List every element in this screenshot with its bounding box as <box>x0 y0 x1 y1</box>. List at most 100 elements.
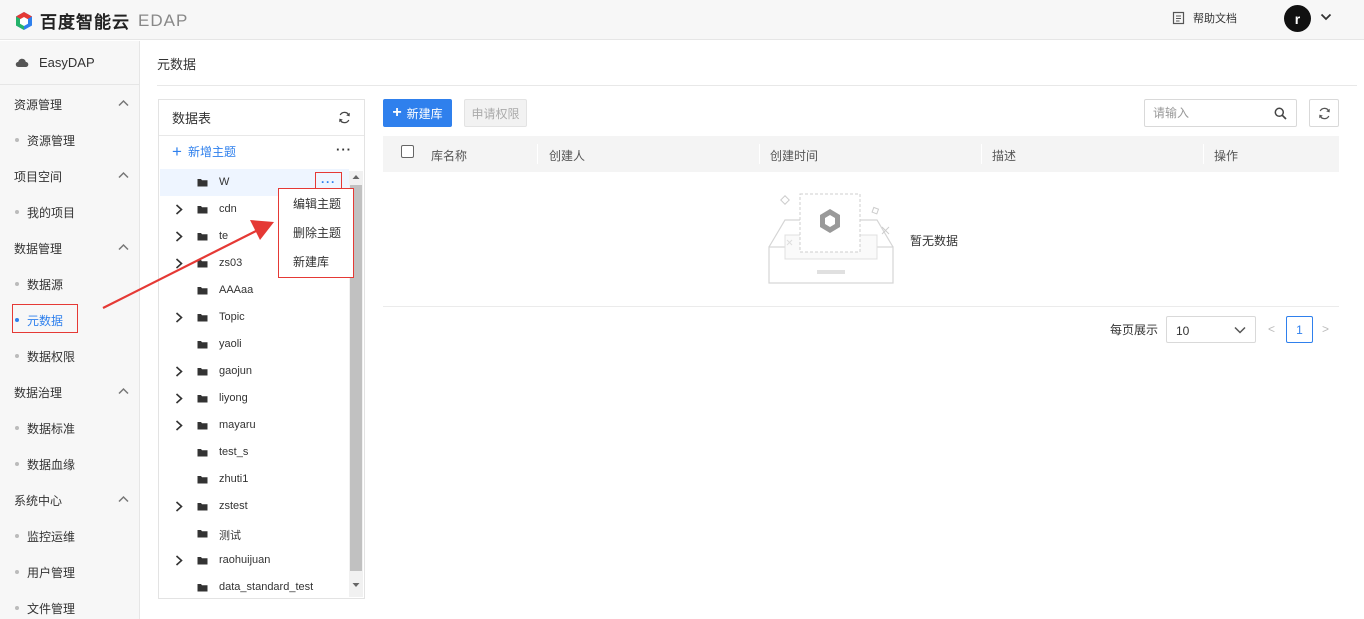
tree-item[interactable]: zhuti1 <box>160 466 349 493</box>
prev-page-button[interactable]: < <box>1268 322 1275 336</box>
chevron-right-icon[interactable] <box>175 501 183 512</box>
per-page-select[interactable]: 10 <box>1166 316 1256 343</box>
chevron-right-icon[interactable] <box>175 258 183 269</box>
tree-item-label: W <box>219 176 230 188</box>
scroll-down-arrow-icon[interactable] <box>352 582 360 588</box>
tree-item[interactable]: yaoli <box>160 331 349 358</box>
sidebar-group-label: 项目空间 <box>14 169 63 184</box>
column-divider <box>1203 144 1204 164</box>
tree-item[interactable]: test_s <box>160 439 349 466</box>
tree-item-label: zstest <box>219 500 248 512</box>
chevron-down-icon <box>1234 326 1246 334</box>
sidebar-item-monitoring[interactable]: 监控运维 <box>0 518 139 554</box>
apply-permission-button[interactable]: 申请权限 <box>464 99 527 127</box>
refresh-button[interactable] <box>1309 99 1339 127</box>
sidebar-item-label: 用户管理 <box>27 565 76 580</box>
tree-item-label: te <box>219 230 229 242</box>
baidu-cloud-logo-icon <box>16 11 32 30</box>
folder-icon <box>197 476 208 484</box>
folder-icon <box>197 557 208 565</box>
menu-item-new-database[interactable]: 新建库 <box>293 253 329 270</box>
tree-item[interactable]: AAAaa <box>160 277 349 304</box>
tree-item-label: 测试 <box>219 530 241 542</box>
chevron-right-icon[interactable] <box>175 312 183 323</box>
bullet-dot <box>15 354 19 358</box>
folder-icon <box>197 314 208 322</box>
chevron-up-icon <box>118 243 129 251</box>
chevron-right-icon[interactable] <box>175 393 183 404</box>
new-database-button[interactable]: + 新建库 <box>383 99 452 127</box>
search-input[interactable] <box>1153 105 1268 121</box>
chevron-up-icon <box>118 387 129 395</box>
chevron-right-icon[interactable] <box>175 366 183 377</box>
column-header-created-time[interactable]: 创建时间 <box>770 147 818 164</box>
sidebar-item-data-standard[interactable]: 数据标准 <box>0 410 139 446</box>
help-docs-link[interactable]: 帮助文档 <box>1172 10 1237 26</box>
add-topic-button[interactable]: + 新增主题 <box>172 142 236 160</box>
page-number-button[interactable]: 1 <box>1286 316 1313 343</box>
sidebar-group-data-manage[interactable]: 数据管理 <box>0 230 139 266</box>
sidebar: EasyDAP 资源管理 资源管理 项目空间 我的项目 数据管理 数据源 元数据… <box>0 41 140 619</box>
chevron-right-icon[interactable] <box>175 555 183 566</box>
sidebar-group-system[interactable]: 系统中心 <box>0 482 139 518</box>
chevron-up-icon <box>118 495 129 503</box>
menu-item-edit-topic[interactable]: 编辑主题 <box>293 195 341 212</box>
chevron-right-icon[interactable] <box>175 204 183 215</box>
bullet-dot <box>15 534 19 538</box>
sidebar-item-my-project[interactable]: 我的项目 <box>0 194 139 230</box>
chevron-right-icon[interactable] <box>175 231 183 242</box>
avatar[interactable]: r <box>1284 5 1311 32</box>
column-header-creator[interactable]: 创建人 <box>549 147 585 164</box>
sidebar-brand-label: EasyDAP <box>39 55 95 70</box>
sidebar-item-file-manage[interactable]: 文件管理 <box>0 590 139 619</box>
select-all-checkbox[interactable] <box>401 145 414 158</box>
folder-icon <box>197 503 208 511</box>
logo[interactable]: 百度智能云 EDAP <box>14 8 188 33</box>
column-header-description[interactable]: 描述 <box>992 147 1016 164</box>
tree-header: 数据表 <box>159 100 364 136</box>
chevron-right-icon[interactable] <box>175 420 183 431</box>
tree-item[interactable]: gaojun <box>160 358 349 385</box>
chevron-down-icon[interactable] <box>1320 12 1332 22</box>
tree-item[interactable]: liyong <box>160 385 349 412</box>
tree-item[interactable]: Topic <box>160 304 349 331</box>
divider <box>157 85 1357 86</box>
bullet-dot <box>15 138 19 142</box>
sidebar-group-governance[interactable]: 数据治理 <box>0 374 139 410</box>
empty-state-text: 暂无数据 <box>910 234 959 248</box>
tree-item-label: liyong <box>219 392 248 404</box>
sidebar-group-project[interactable]: 项目空间 <box>0 158 139 194</box>
sidebar-brand[interactable]: EasyDAP <box>0 41 139 85</box>
column-divider <box>981 144 982 164</box>
sidebar-item-resource-manage[interactable]: 资源管理 <box>0 122 139 158</box>
tree-item[interactable]: raohuijuan <box>160 547 349 574</box>
tree-item[interactable]: mayaru <box>160 412 349 439</box>
refresh-icon[interactable] <box>338 111 351 124</box>
tree-item[interactable]: 测试 <box>160 520 349 547</box>
column-header-actions[interactable]: 操作 <box>1214 147 1238 164</box>
sidebar-item-data-permission[interactable]: 数据权限 <box>0 338 139 374</box>
tree-item-label: zhuti1 <box>219 473 249 485</box>
tree-more-button[interactable]: ··· <box>336 142 352 157</box>
sidebar-item-data-lineage[interactable]: 数据血缘 <box>0 446 139 482</box>
bullet-dot <box>15 282 19 286</box>
search-icon[interactable] <box>1274 107 1287 120</box>
sidebar-item-datasource[interactable]: 数据源 <box>0 266 139 302</box>
avatar-letter: r <box>1294 10 1301 27</box>
per-page-value: 10 <box>1176 324 1190 338</box>
tree-item-label: Topic <box>219 311 245 323</box>
scroll-up-arrow-icon[interactable] <box>352 174 360 180</box>
bullet-dot <box>15 210 19 214</box>
tree-item[interactable]: zstest <box>160 493 349 520</box>
sidebar-group-resource[interactable]: 资源管理 <box>0 86 139 122</box>
sidebar-item-user-manage[interactable]: 用户管理 <box>0 554 139 590</box>
folder-icon <box>197 179 208 187</box>
sidebar-item-label: 数据权限 <box>27 349 76 364</box>
column-header-db-name[interactable]: 库名称 <box>431 147 467 164</box>
next-page-button[interactable]: > <box>1322 322 1329 336</box>
column-divider <box>537 144 538 164</box>
new-database-label: 新建库 <box>406 106 443 121</box>
sidebar-item-label: 我的项目 <box>27 205 76 220</box>
menu-item-delete-topic[interactable]: 删除主题 <box>293 224 341 241</box>
tree-item[interactable]: data_standard_test <box>160 574 349 601</box>
